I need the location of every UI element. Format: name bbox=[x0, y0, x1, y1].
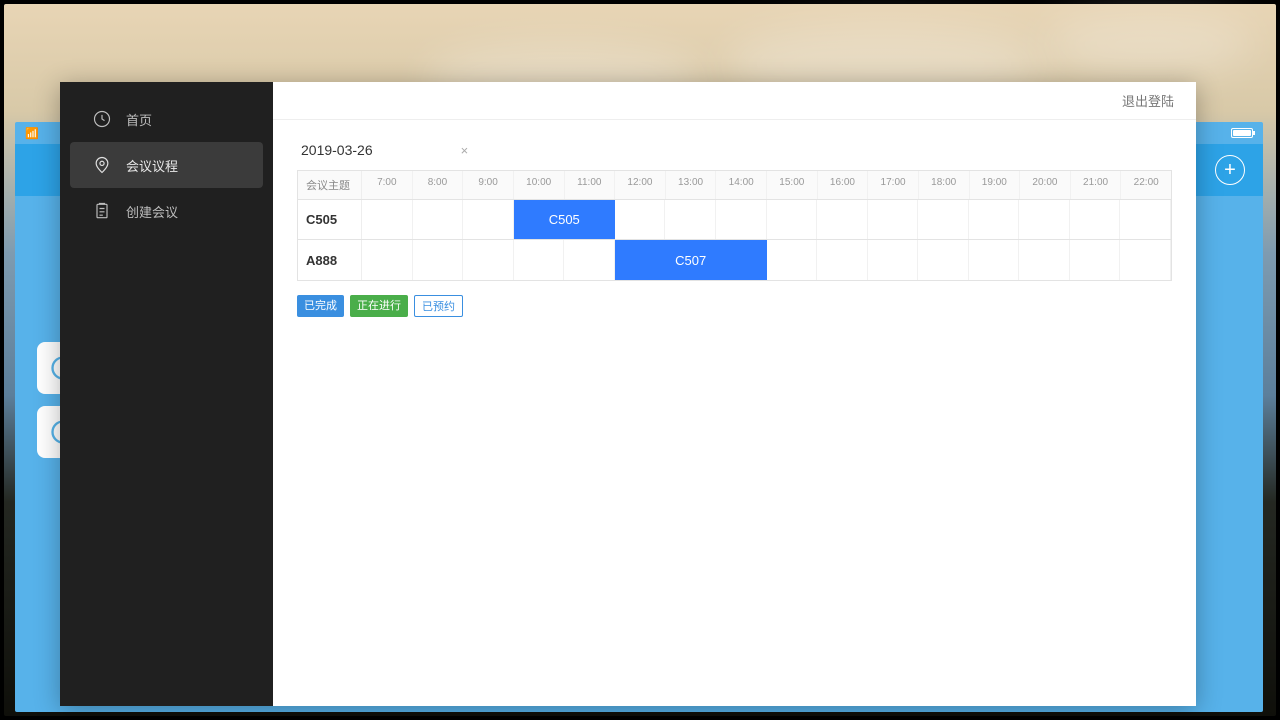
content: 2019-03-26 × 会议主题 7:008:009:0010:0011:00… bbox=[273, 120, 1196, 335]
schedule-cell[interactable] bbox=[463, 200, 514, 239]
schedule-cell[interactable] bbox=[362, 240, 413, 280]
schedule-row: C505 C505 bbox=[298, 200, 1171, 240]
schedule-hour-header: 16:00 bbox=[818, 171, 869, 199]
date-input[interactable]: 2019-03-26 bbox=[301, 142, 373, 158]
schedule-hour-header: 14:00 bbox=[716, 171, 767, 199]
schedule-cell[interactable] bbox=[868, 200, 919, 239]
signal-icon: 📶 bbox=[25, 127, 39, 140]
schedule-table: 会议主题 7:008:009:0010:0011:0012:0013:0014:… bbox=[297, 170, 1172, 281]
schedule-cell[interactable] bbox=[969, 240, 1020, 280]
schedule-cell[interactable] bbox=[817, 200, 868, 239]
sidebar-item-create[interactable]: 创建会议 bbox=[70, 188, 263, 234]
room-label: A888 bbox=[298, 240, 362, 280]
schedule-row-grid: C507 bbox=[362, 240, 1171, 280]
sidebar-item-label: 首页 bbox=[126, 110, 152, 129]
battery-icon bbox=[1231, 128, 1253, 138]
schedule-hour-header: 13:00 bbox=[666, 171, 717, 199]
sidebar-item-home[interactable]: 首页 bbox=[70, 96, 263, 142]
schedule-cell[interactable] bbox=[918, 200, 969, 239]
schedule-cell[interactable] bbox=[413, 200, 464, 239]
schedule-cell[interactable] bbox=[969, 200, 1020, 239]
schedule-hour-header: 20:00 bbox=[1020, 171, 1071, 199]
legend-booked: 已预约 bbox=[414, 295, 463, 317]
sidebar-item-label: 会议议程 bbox=[126, 156, 178, 175]
schedule-hour-header: 21:00 bbox=[1071, 171, 1122, 199]
app-window: 首页 会议议程 创建会议 退出登陆 2019-03-26 × bbox=[60, 82, 1196, 706]
clock-icon bbox=[92, 109, 112, 129]
schedule-row-grid: C505 bbox=[362, 200, 1171, 239]
legend-done: 已完成 bbox=[297, 295, 344, 317]
schedule-event[interactable]: C505 bbox=[514, 200, 615, 239]
sidebar-item-agenda[interactable]: 会议议程 bbox=[70, 142, 263, 188]
schedule-hour-header: 15:00 bbox=[767, 171, 818, 199]
schedule-cell[interactable] bbox=[413, 240, 464, 280]
topbar: 退出登陆 bbox=[273, 82, 1196, 120]
schedule-header: 会议主题 7:008:009:0010:0011:0012:0013:0014:… bbox=[298, 171, 1171, 200]
pin-icon bbox=[92, 155, 112, 175]
schedule-hour-header: 19:00 bbox=[970, 171, 1021, 199]
schedule-cell[interactable] bbox=[868, 240, 919, 280]
schedule-hour-header: 8:00 bbox=[413, 171, 464, 199]
schedule-cell[interactable] bbox=[1070, 240, 1121, 280]
schedule-cell[interactable] bbox=[918, 240, 969, 280]
add-button[interactable]: + bbox=[1215, 155, 1245, 185]
schedule-cell[interactable] bbox=[1070, 200, 1121, 239]
schedule-hour-header: 22:00 bbox=[1121, 171, 1171, 199]
schedule-cell[interactable] bbox=[463, 240, 514, 280]
legend-inprogress: 正在进行 bbox=[350, 295, 408, 317]
sidebar: 首页 会议议程 创建会议 bbox=[60, 82, 273, 706]
schedule-cell[interactable] bbox=[514, 240, 565, 280]
schedule-hour-header: 12:00 bbox=[615, 171, 666, 199]
schedule-cell[interactable] bbox=[716, 200, 767, 239]
schedule-hour-header: 18:00 bbox=[919, 171, 970, 199]
schedule-hour-header: 10:00 bbox=[514, 171, 565, 199]
legend: 已完成 正在进行 已预约 bbox=[297, 295, 1172, 317]
main-panel: 退出登陆 2019-03-26 × 会议主题 7:008:009:0010:00… bbox=[273, 82, 1196, 706]
schedule-hour-header: 7:00 bbox=[362, 171, 413, 199]
schedule-hour-header: 17:00 bbox=[868, 171, 919, 199]
sidebar-item-label: 创建会议 bbox=[126, 202, 178, 221]
schedule-cell[interactable] bbox=[1019, 200, 1070, 239]
schedule-cell[interactable] bbox=[665, 200, 716, 239]
schedule-cell[interactable] bbox=[564, 240, 615, 280]
schedule-event[interactable]: C507 bbox=[615, 240, 767, 280]
schedule-topic-header: 会议主题 bbox=[298, 171, 362, 199]
schedule-cell[interactable] bbox=[767, 200, 818, 239]
clipboard-icon bbox=[92, 201, 112, 221]
room-label: C505 bbox=[298, 200, 362, 239]
date-clear-button[interactable]: × bbox=[455, 143, 475, 158]
schedule-cell[interactable] bbox=[1120, 200, 1171, 239]
schedule-cell[interactable] bbox=[767, 240, 818, 280]
schedule-hour-header: 11:00 bbox=[565, 171, 616, 199]
schedule-cell[interactable] bbox=[1120, 240, 1171, 280]
schedule-hour-header: 9:00 bbox=[463, 171, 514, 199]
logout-link[interactable]: 退出登陆 bbox=[1122, 91, 1174, 110]
schedule-cell[interactable] bbox=[615, 200, 666, 239]
schedule-cell[interactable] bbox=[817, 240, 868, 280]
schedule-cell[interactable] bbox=[362, 200, 413, 239]
schedule-row: A888 C507 bbox=[298, 240, 1171, 280]
schedule-cell[interactable] bbox=[1019, 240, 1070, 280]
